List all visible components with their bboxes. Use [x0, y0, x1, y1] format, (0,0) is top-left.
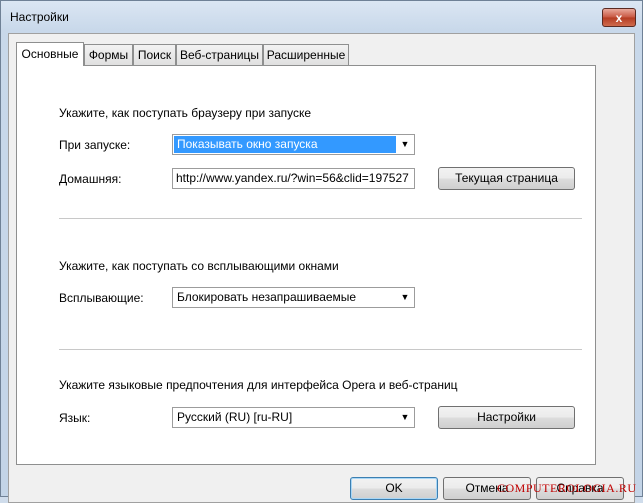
language-label: Язык:	[59, 411, 91, 425]
tab-general-label: Основные	[21, 47, 79, 61]
tab-web-pages[interactable]: Веб-страницы	[176, 44, 263, 65]
tab-advanced-label: Расширенные	[266, 48, 346, 62]
on-start-label: При запуске:	[59, 138, 131, 152]
current-page-button[interactable]: Текущая страница	[438, 167, 575, 190]
language-heading: Укажите языковые предпочтения для интерф…	[59, 378, 458, 392]
popups-label: Всплывающие:	[59, 291, 144, 305]
close-button[interactable]: x	[602, 8, 636, 27]
tab-search-label: Поиск	[137, 48, 172, 62]
close-icon: x	[615, 11, 623, 25]
tab-forms[interactable]: Формы	[84, 44, 133, 65]
dropdown-arrow-icon[interactable]: ▼	[396, 135, 414, 154]
dropdown-arrow-icon[interactable]: ▼	[396, 288, 414, 307]
popups-value: Блокировать незапрашиваемые	[177, 290, 357, 304]
watermark-text: COMPUTEROLOGIA.RU	[497, 481, 637, 495]
tab-web-pages-label: Веб-страницы	[179, 48, 260, 62]
tab-general[interactable]: Основные	[16, 42, 84, 66]
tab-forms-label: Формы	[88, 48, 129, 62]
popups-heading: Укажите, как поступать со всплывающими о…	[59, 259, 339, 273]
dropdown-arrow-icon[interactable]: ▼	[396, 408, 414, 427]
tab-advanced[interactable]: Расширенные	[263, 44, 349, 65]
tab-search[interactable]: Поиск	[133, 44, 176, 65]
on-start-value: Показывать окно запуска	[174, 136, 396, 153]
separator	[59, 218, 582, 219]
on-start-select[interactable]: Показывать окно запуска ▼	[172, 134, 415, 155]
language-value: Русский (RU) [ru-RU]	[177, 410, 293, 424]
separator	[59, 349, 582, 350]
title-bar[interactable]: Настройки x	[1, 1, 642, 35]
popups-select[interactable]: Блокировать незапрашиваемые ▼	[172, 287, 415, 308]
home-page-input[interactable]: http://www.yandex.ru/?win=56&clid=197527	[172, 168, 415, 189]
language-settings-button[interactable]: Настройки	[438, 406, 575, 429]
language-select[interactable]: Русский (RU) [ru-RU] ▼	[172, 407, 415, 428]
startup-heading: Укажите, как поступать браузеру при запу…	[59, 106, 312, 120]
window-title: Настройки	[10, 10, 69, 24]
home-label: Домашняя:	[59, 172, 122, 186]
